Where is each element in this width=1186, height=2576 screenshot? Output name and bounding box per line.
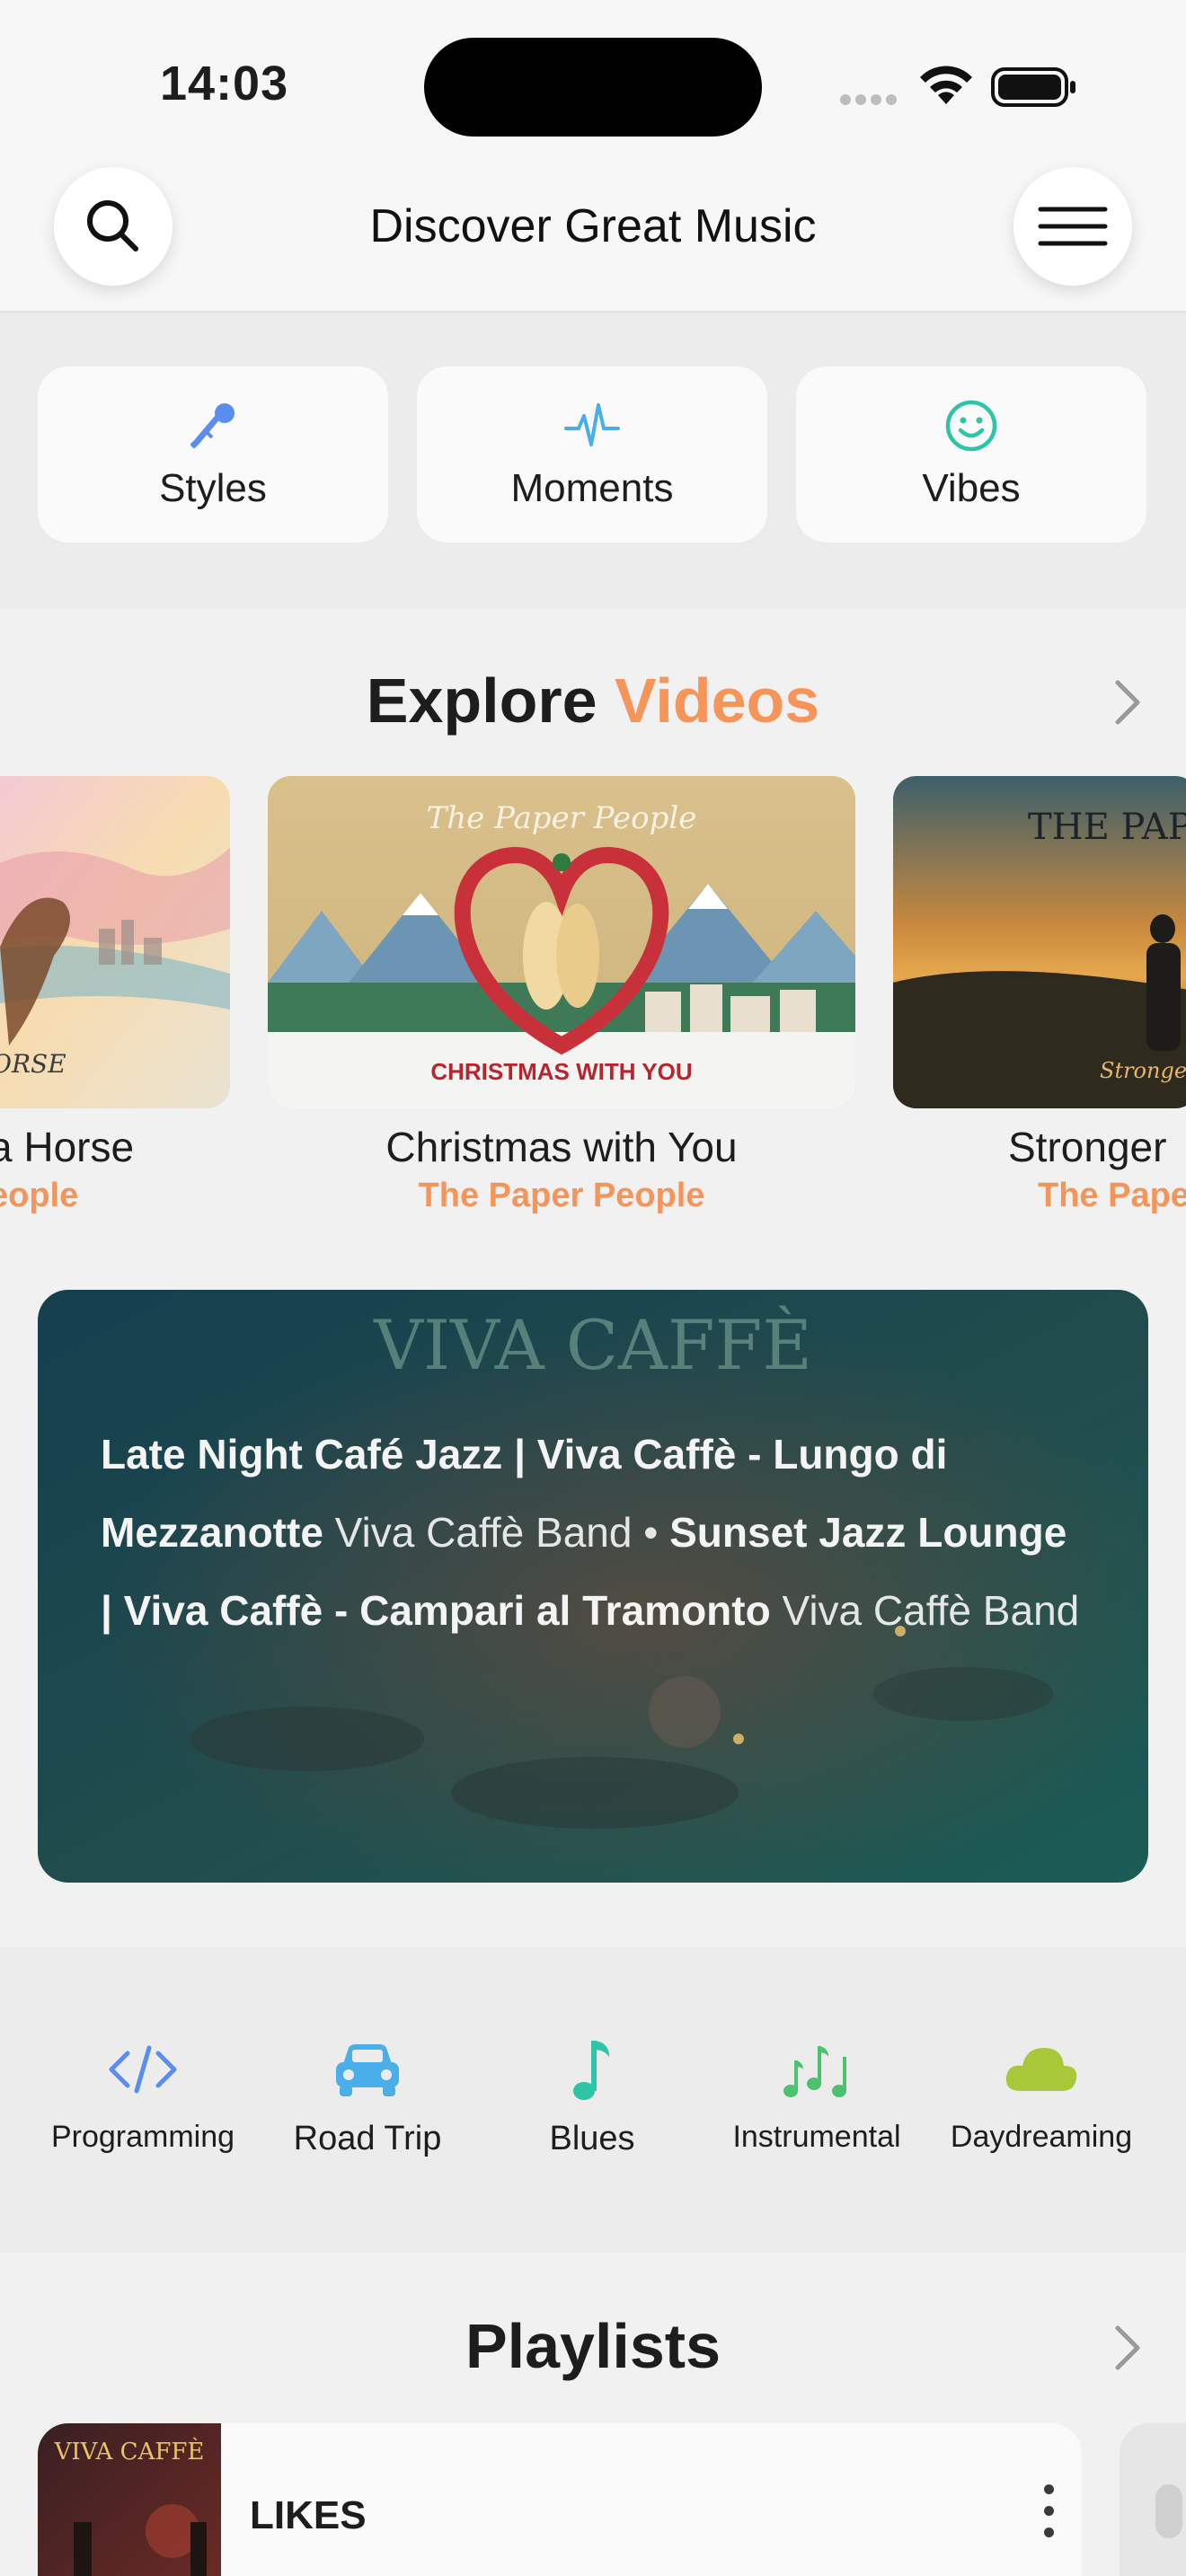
sunset-artwork: THE PAPE Stronger [893, 776, 1186, 1108]
playlist-art-logo: VIVA CAFFÈ [54, 2437, 205, 2466]
mood-road-trip[interactable]: Road Trip [255, 2037, 480, 2158]
mood-label: Instrumental [732, 2120, 901, 2154]
cellular-signal-icon [840, 93, 903, 106]
thumb-text: ORSE [0, 1049, 66, 1079]
thumb-logo: The Paper People [427, 800, 697, 836]
christmas-artwork: The Paper People CHRISTMAS WITH YOU [268, 776, 855, 1108]
mood-daydreaming[interactable]: Daydreaming [929, 2037, 1154, 2155]
video-thumbnail[interactable]: The Paper People CHRISTMAS WITH YOU [268, 776, 855, 1108]
page-title: Discover Great Music [369, 200, 817, 252]
playlists-section: Playlists VIVA CAFFÈ LIKES [0, 2253, 1186, 2576]
category-label: Moments [510, 466, 674, 510]
car-icon [336, 2044, 399, 2096]
cloud-icon [1005, 2048, 1077, 2091]
video-thumbnail[interactable]: ORSE [0, 776, 230, 1108]
video-artist[interactable]: eople [0, 1177, 78, 1215]
music-notes-icon [783, 2046, 846, 2097]
featured-playlist-card[interactable]: VIVA CAFFÈ Late Night Café Jazz | Viva C… [38, 1290, 1148, 1883]
featured-track-artist: Viva Caffè Band [334, 1509, 633, 1556]
category-vibes[interactable]: Vibes [796, 366, 1146, 543]
video-title[interactable]: Stronger [1008, 1123, 1166, 1171]
see-all-playlists-chevron-icon[interactable] [1111, 2321, 1146, 2375]
dynamic-island [424, 38, 762, 137]
horse-artwork: ORSE [0, 776, 230, 1108]
smiley-icon [945, 400, 997, 452]
mood-blues[interactable]: Blues [480, 2037, 704, 2158]
video-title[interactable]: Christmas with You [268, 1123, 855, 1171]
explore-videos-section: Explore Videos ORSE a Horse eople [0, 609, 1186, 1947]
mood-label: Daydreaming [950, 2120, 1133, 2154]
mood-label: Programming [50, 2120, 235, 2154]
thumb-caption: Stronger [1100, 1058, 1186, 1083]
featured-description: Late Night Café Jazz | Viva Caffè - Lung… [101, 1416, 1089, 1650]
video-title[interactable]: a Horse [0, 1123, 134, 1171]
explore-videos-title: Explore Videos [0, 665, 1186, 737]
menu-button[interactable] [1013, 167, 1132, 286]
status-bar: 14:03 [0, 0, 1186, 162]
video-artist[interactable]: The Paper People [268, 1177, 855, 1215]
mood-programming[interactable]: Programming [31, 2037, 255, 2155]
video-thumbnail[interactable]: THE PAPE Stronger [893, 776, 1186, 1108]
category-styles[interactable]: Styles [38, 366, 388, 543]
status-time: 14:03 [160, 57, 289, 110]
category-label: Styles [159, 466, 267, 510]
thumb-logo: THE PAPE [1028, 807, 1186, 848]
playlist-item-peek[interactable] [1120, 2423, 1186, 2576]
featured-separator: • [643, 1509, 659, 1556]
category-row: Styles Moments Vibes [0, 313, 1186, 609]
hamburger-menu-icon [1038, 207, 1108, 246]
mood-label: Road Trip [293, 2120, 442, 2157]
wifi-icon [920, 66, 972, 104]
category-label: Vibes [922, 466, 1021, 510]
featured-logo: VIVA CAFFÈ [373, 1304, 812, 1385]
playlists-title: Playlists [465, 2311, 721, 2381]
battery-icon [991, 67, 1075, 107]
playlist-artwork: VIVA CAFFÈ [38, 2423, 221, 2576]
featured-track-artist: Viva Caffè Band [782, 1587, 1080, 1634]
see-all-videos-chevron-icon[interactable] [1111, 675, 1146, 729]
thumb-caption: CHRISTMAS WITH YOU [430, 1058, 692, 1085]
title-main: Explore [366, 666, 597, 736]
playlist-name: LIKES [250, 2493, 367, 2537]
mood-instrumental[interactable]: Instrumental [704, 2037, 929, 2155]
music-note-icon [573, 2041, 609, 2100]
code-icon [109, 2045, 177, 2094]
more-options-icon[interactable] [1044, 2484, 1055, 2538]
title-accent: Videos [614, 666, 820, 736]
app-header: Discover Great Music [0, 162, 1186, 313]
mood-row: Programming Road Trip Blues Instrumental… [0, 1947, 1186, 2253]
category-moments[interactable]: Moments [417, 366, 767, 543]
playlist-item[interactable]: VIVA CAFFÈ LIKES [38, 2423, 1082, 2576]
pulse-icon [564, 403, 620, 446]
mood-label: Blues [549, 2120, 635, 2157]
microphone-icon [190, 403, 235, 448]
video-artist[interactable]: The Pape [1038, 1177, 1186, 1215]
